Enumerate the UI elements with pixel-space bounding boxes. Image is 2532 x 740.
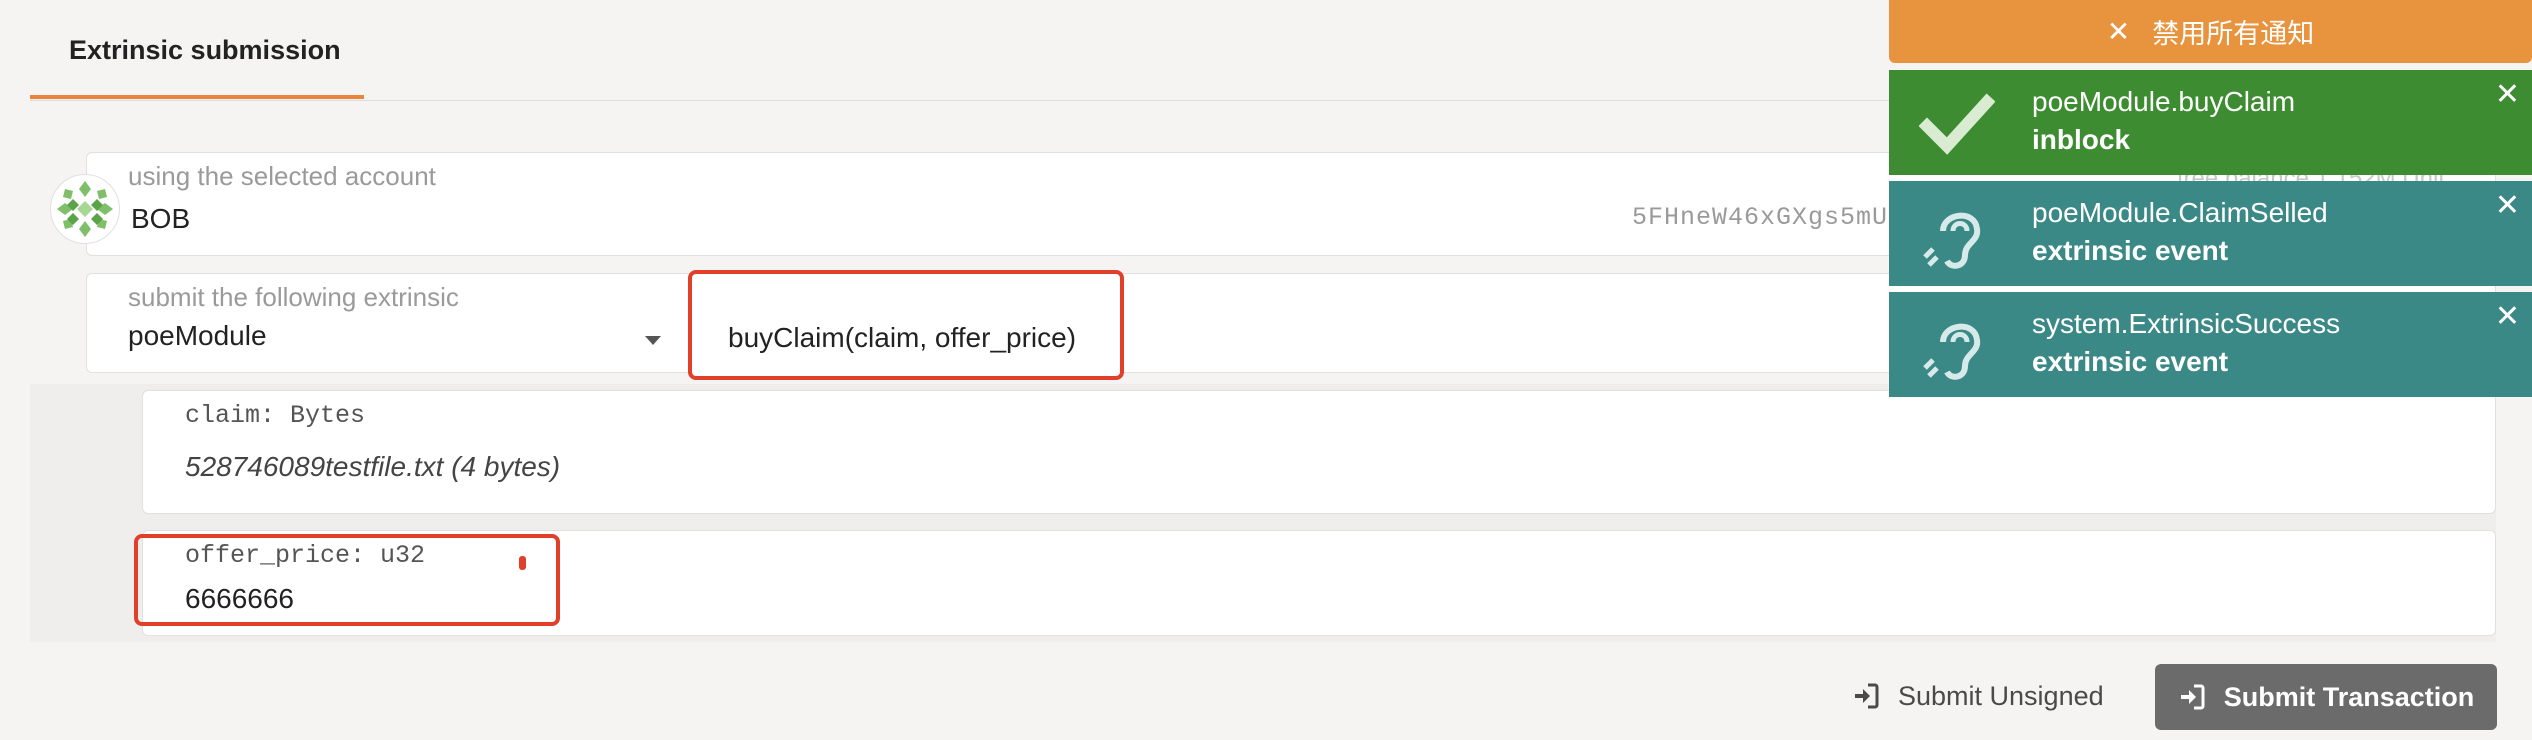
close-icon[interactable]: ✕	[2495, 191, 2520, 221]
submit-unsigned-button[interactable]: Submit Unsigned	[1852, 668, 2104, 724]
param-claim[interactable]: claim: Bytes 528746089testfile.txt (4 by…	[142, 390, 2496, 514]
param-claim-value: 528746089testfile.txt (4 bytes)	[185, 451, 561, 482]
notification-title: poeModule.ClaimSelled	[2032, 197, 2328, 228]
close-icon[interactable]: ✕	[2495, 302, 2520, 332]
notification-title: system.ExtrinsicSuccess	[2032, 308, 2341, 339]
tab-extrinsic-submission[interactable]: Extrinsic submission	[30, 0, 364, 100]
notification-title: poeModule.buyClaim	[2032, 86, 2296, 117]
notification-item: poeModule.buyClaim inblock ✕	[1889, 70, 2532, 175]
dismiss-all-notifications-button[interactable]: ✕ 禁用所有通知	[1889, 0, 2532, 63]
notification-status: extrinsic event	[2032, 346, 2229, 377]
notification-status: extrinsic event	[2032, 235, 2229, 266]
notification-item: poeModule.ClaimSelled extrinsic event ✕	[1889, 181, 2532, 286]
close-icon[interactable]: ✕	[2495, 80, 2520, 110]
required-marker	[519, 556, 526, 570]
call-select-highlight[interactable]: buyClaim(claim, offer_price)	[688, 270, 1124, 380]
avatar	[50, 174, 120, 244]
ear-icon	[1923, 323, 1981, 380]
param-claim-label: claim: Bytes	[185, 401, 366, 430]
submit-transaction-button[interactable]: Submit Transaction	[2155, 664, 2497, 730]
account-selector-label: using the selected account	[128, 161, 436, 191]
ear-icon	[1923, 212, 1981, 269]
tab-active-indicator	[30, 95, 364, 99]
close-icon: ✕	[2106, 16, 2131, 47]
notification-item: system.ExtrinsicSuccess extrinsic event …	[1889, 292, 2532, 397]
dismiss-all-label: 禁用所有通知	[2152, 19, 2315, 49]
offer-price-highlight	[134, 534, 560, 626]
call-select[interactable]: buyClaim(claim, offer_price)	[728, 322, 1076, 354]
module-select[interactable]: poeModule	[128, 320, 267, 352]
sign-in-icon	[2180, 684, 2205, 710]
module-chevron-down-icon[interactable]	[645, 336, 661, 345]
submit-transaction-label: Submit Transaction	[2223, 681, 2475, 712]
notification-status: inblock	[2032, 124, 2131, 155]
tab-label: Extrinsic submission	[69, 34, 341, 65]
account-name: BOB	[131, 203, 191, 234]
submit-unsigned-label: Submit Unsigned	[1898, 680, 2104, 711]
extrinsic-selector-label: submit the following extrinsic	[128, 282, 459, 312]
check-icon	[1919, 93, 1995, 155]
sign-in-icon	[1855, 683, 1879, 709]
